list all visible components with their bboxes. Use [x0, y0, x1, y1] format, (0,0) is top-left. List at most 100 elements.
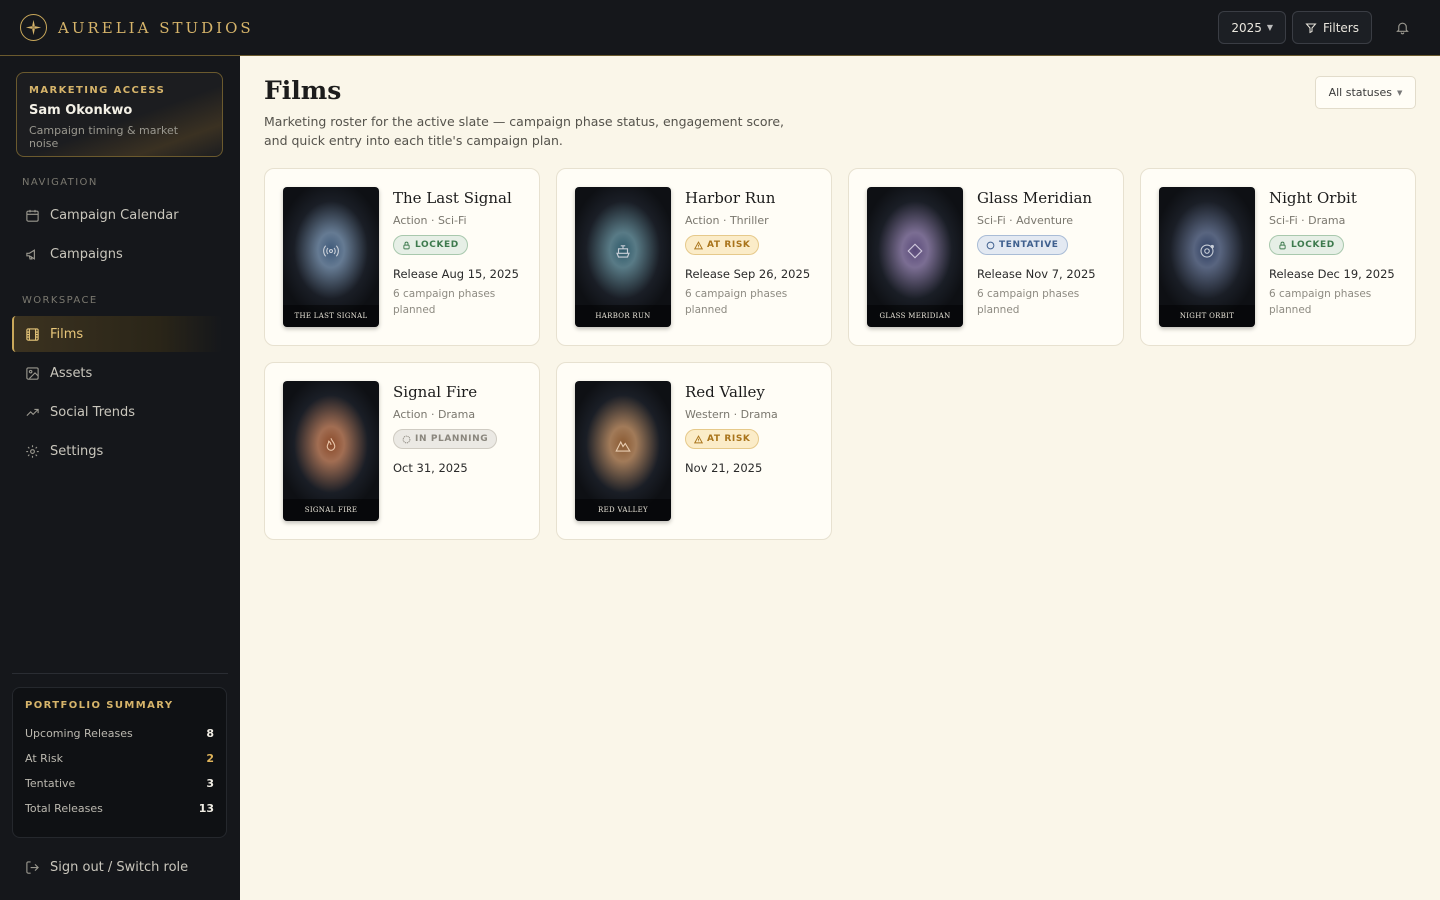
sign-out-button[interactable]: Sign out / Switch role — [12, 849, 222, 885]
caret-down-icon: ▼ — [1266, 23, 1274, 32]
summary-value: 2 — [206, 752, 214, 765]
sidebar-item-label: Social Trends — [50, 404, 136, 420]
summary-row-total: Total Releases 13 — [25, 796, 214, 821]
film-card-red-valley[interactable]: RED VALLEY Red Valley Western · Drama AT… — [556, 362, 832, 540]
lock-icon — [402, 241, 411, 250]
poster-title: HARBOR RUN — [575, 305, 671, 327]
summary-label: Total Releases — [25, 802, 103, 815]
status-badge: AT RISK — [685, 235, 760, 255]
workspace-section-label: WORKSPACE — [22, 295, 98, 306]
diamond-icon — [867, 239, 963, 263]
user-name: Sam Okonkwo — [29, 103, 133, 118]
status-badge: AT RISK — [685, 429, 760, 449]
summary-value: 13 — [198, 802, 214, 815]
mountain-icon — [575, 433, 671, 457]
film-title: The Last Signal — [393, 189, 512, 207]
film-card-glass-meridian[interactable]: GLASS MERIDIAN Glass Meridian Sci-Fi · A… — [848, 168, 1124, 346]
warning-icon — [694, 434, 703, 444]
filter-icon — [1305, 22, 1317, 34]
film-genre: Western · Drama — [685, 408, 778, 421]
sidebar-item-assets[interactable]: Assets — [12, 355, 222, 391]
status-badge-label: LOCKED — [415, 240, 459, 250]
brand-name: AURELIA STUDIOS — [58, 18, 254, 37]
image-icon — [24, 365, 40, 381]
status-badge-label: IN PLANNING — [415, 434, 489, 444]
film-card-the-last-signal[interactable]: THE LAST SIGNAL The Last Signal Action ·… — [264, 168, 540, 346]
calendar-icon — [24, 207, 40, 223]
top-bar: AURELIA STUDIOS 2025 ▼ Filters — [0, 0, 1440, 56]
page-description: Marketing roster for the active slate — … — [264, 114, 785, 148]
summary-row-tentative: Tentative 3 — [25, 771, 214, 796]
film-card-harbor-run[interactable]: HARBOR RUN Harbor Run Action · Thriller … — [556, 168, 832, 346]
lock-icon — [1278, 241, 1287, 250]
sidebar-item-label: Campaign Calendar — [50, 207, 179, 223]
status-badge: TENTATIVE — [977, 235, 1068, 255]
film-release-date: Oct 31, 2025 — [393, 461, 468, 475]
status-badge-label: AT RISK — [707, 240, 751, 250]
summary-label: Upcoming Releases — [25, 727, 133, 740]
summary-label: At Risk — [25, 752, 63, 765]
logout-icon — [24, 859, 40, 875]
sidebar-item-label: Films — [50, 326, 84, 342]
status-badge: IN PLANNING — [393, 429, 498, 449]
access-label: MARKETING ACCESS — [29, 85, 166, 96]
status-badge-label: AT RISK — [707, 434, 751, 444]
poster-title: RED VALLEY — [575, 499, 671, 521]
sidebar-divider — [12, 673, 228, 674]
warning-icon — [694, 240, 703, 250]
summary-title: PORTFOLIO SUMMARY — [25, 700, 174, 711]
film-genre: Action · Thriller — [685, 214, 769, 227]
status-badge: LOCKED — [1269, 235, 1344, 255]
film-campaign-phases: 6 campaign phases planned — [685, 288, 788, 316]
film-title: Night Orbit — [1269, 189, 1357, 207]
film-genre: Sci-Fi · Drama — [1269, 214, 1346, 227]
sidebar-item-label: Assets — [50, 365, 93, 381]
poster-title: NIGHT ORBIT — [1159, 305, 1255, 327]
circle-icon — [986, 241, 995, 250]
summary-row-upcoming: Upcoming Releases 8 — [25, 721, 214, 746]
film-genre: Action · Sci-Fi — [393, 214, 467, 227]
poster-title: GLASS MERIDIAN — [867, 305, 963, 327]
film-poster: THE LAST SIGNAL — [283, 187, 379, 327]
film-poster: GLASS MERIDIAN — [867, 187, 963, 327]
poster-title: SIGNAL FIRE — [283, 499, 379, 521]
status-filter-select[interactable]: All statuses ▼ — [1315, 76, 1416, 109]
summary-value: 3 — [206, 777, 214, 790]
status-filter-value: All statuses — [1328, 86, 1393, 99]
bell-icon[interactable] — [1388, 11, 1416, 44]
film-release-date: Release Aug 15, 2025 — [393, 267, 519, 281]
user-role-description: Campaign timing & market noise — [29, 124, 179, 150]
film-poster: SIGNAL FIRE — [283, 381, 379, 521]
status-badge: LOCKED — [393, 235, 468, 255]
megaphone-icon — [24, 246, 40, 262]
year-select[interactable]: 2025 ▼ — [1218, 11, 1287, 44]
dashed-circle-icon — [402, 435, 411, 444]
filters-label: Filters — [1323, 20, 1359, 35]
film-genre: Sci-Fi · Adventure — [977, 214, 1074, 227]
film-card-night-orbit[interactable]: NIGHT ORBIT Night Orbit Sci-Fi · Drama L… — [1140, 168, 1416, 346]
filters-button[interactable]: Filters — [1292, 11, 1372, 44]
flame-icon — [283, 433, 379, 457]
sidebar-item-campaigns[interactable]: Campaigns — [12, 236, 222, 272]
page-title: Films — [264, 76, 342, 105]
sidebar: MARKETING ACCESS Sam Okonkwo Campaign ti… — [0, 56, 240, 900]
film-release-date: Release Dec 19, 2025 — [1269, 267, 1395, 281]
film-title: Red Valley — [685, 383, 765, 401]
gear-icon — [24, 443, 40, 459]
summary-value: 8 — [206, 727, 214, 740]
film-poster: NIGHT ORBIT — [1159, 187, 1255, 327]
film-poster: RED VALLEY — [575, 381, 671, 521]
film-title: Glass Meridian — [977, 189, 1093, 207]
film-release-date: Nov 21, 2025 — [685, 461, 763, 475]
sidebar-item-social-trends[interactable]: Social Trends — [12, 394, 222, 430]
film-title: Signal Fire — [393, 383, 478, 401]
sidebar-item-settings[interactable]: Settings — [12, 433, 222, 469]
sidebar-item-films[interactable]: Films — [12, 316, 222, 352]
film-card-signal-fire[interactable]: SIGNAL FIRE Signal Fire Action · Drama I… — [264, 362, 540, 540]
sidebar-item-campaign-calendar[interactable]: Campaign Calendar — [12, 197, 222, 233]
status-badge-label: LOCKED — [1291, 240, 1335, 250]
summary-row-at-risk: At Risk 2 — [25, 746, 214, 771]
film-icon — [24, 326, 40, 342]
summary-label: Tentative — [25, 777, 76, 790]
brand-logo[interactable]: AURELIA STUDIOS — [20, 14, 254, 41]
